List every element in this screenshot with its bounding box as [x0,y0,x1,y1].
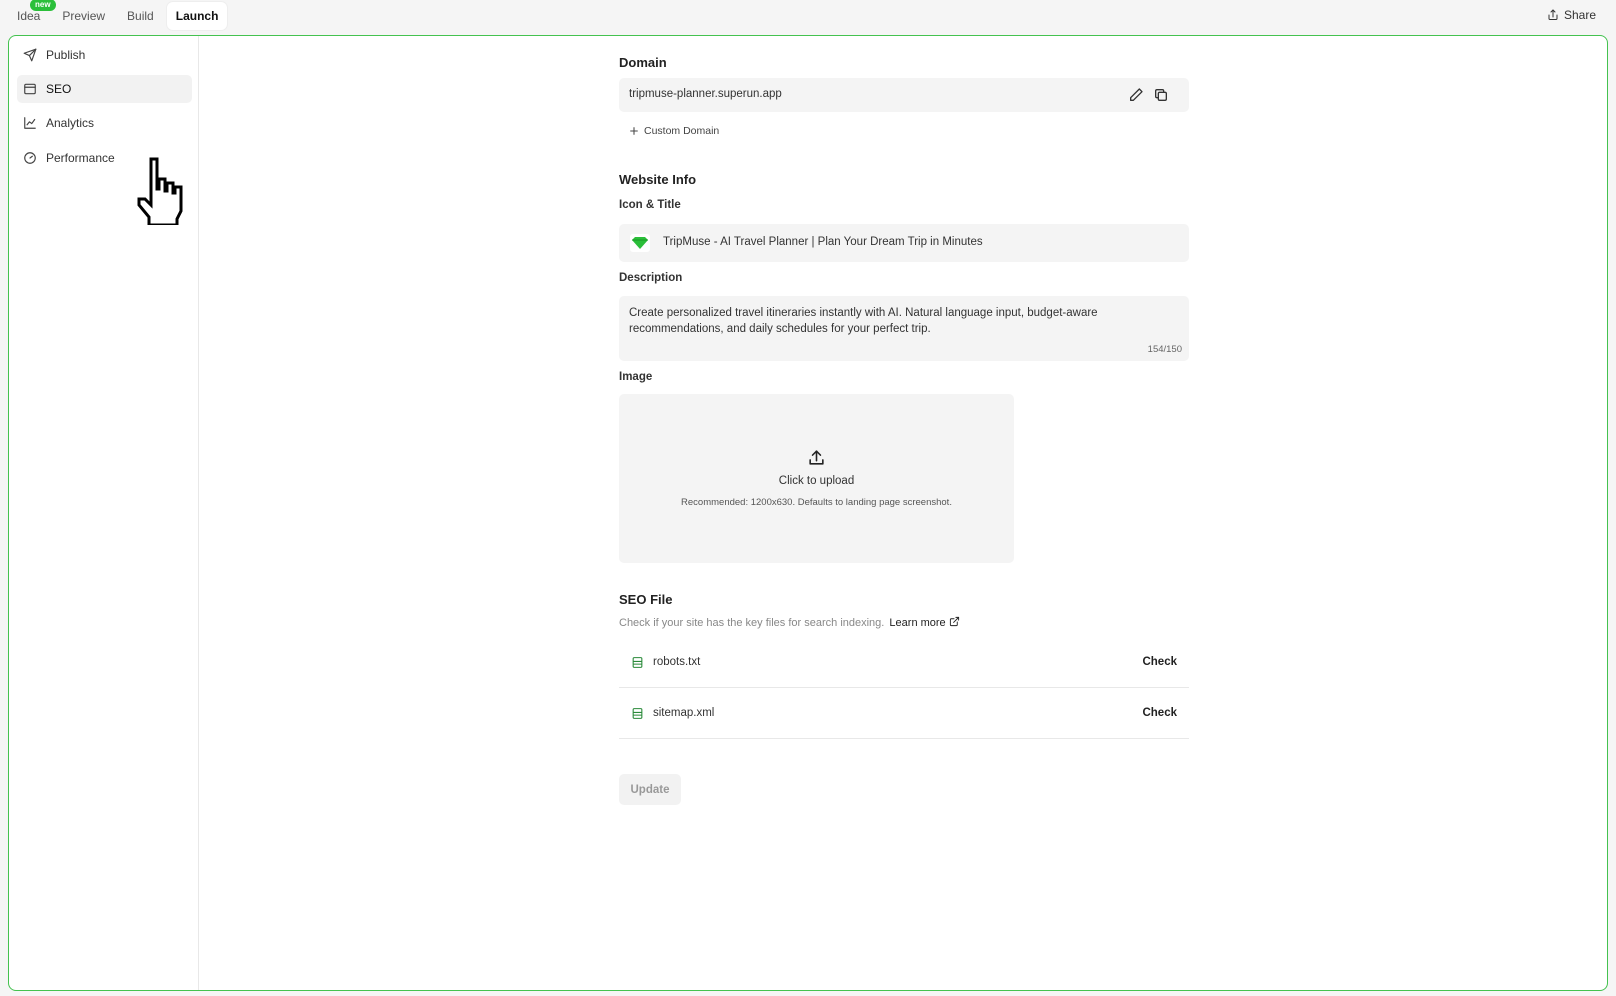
file-row-robots: robots.txt Check [619,637,1189,688]
sidebar-item-label: Analytics [46,116,95,130]
share-label: Share [1563,8,1596,22]
update-button[interactable]: Update [619,774,681,805]
edit-icon[interactable] [1128,87,1144,103]
check-sitemap-button[interactable]: Check [1142,707,1177,719]
sidebar-item-label: Publish [46,48,86,62]
file-row-sitemap: sitemap.xml Check [619,688,1189,739]
domain-value: tripmuse-planner.superun.app [629,88,782,100]
send-icon [23,48,37,62]
title-input[interactable]: TripMuse - AI Travel Planner | Plan Your… [619,224,1189,262]
domain-heading: Domain [619,55,667,70]
icon-title-label: Icon & Title [619,199,681,211]
sidebar-item-publish[interactable]: Publish [17,41,192,69]
file-icon [632,656,643,668]
share-icon [1548,9,1558,20]
window-icon [24,83,36,95]
check-robots-button[interactable]: Check [1142,656,1177,668]
gauge-icon [24,152,36,164]
description-label: Description [619,272,683,284]
tab-idea[interactable]: Idea new [8,0,56,30]
share-button[interactable]: Share [1547,8,1596,22]
plus-icon [630,127,638,135]
chart-line-icon [24,117,36,129]
image-upload-area[interactable]: Click to upload Recommended: 1200x630. D… [619,394,1014,563]
upload-label: Click to upload [778,475,855,487]
upload-icon [809,450,824,465]
sidebar-item-label: Performance [46,151,115,165]
domain-field: tripmuse-planner.superun.app [619,78,1189,112]
top-bar: Idea new Preview Build Launch Share [0,0,1616,34]
custom-domain-label: Custom Domain [644,125,720,137]
tab-idea-label: Idea [17,9,41,23]
main-frame: Publish SEO Analytics Performance Domain [8,35,1608,991]
new-badge: new [30,0,56,11]
custom-domain-button[interactable]: Custom Domain [629,125,719,137]
tab-build[interactable]: Build [118,2,163,30]
external-link-icon [949,616,959,627]
update-label: Update [630,783,670,796]
seo-file-description: Check if your site has the key files for… [619,617,885,629]
title-value: TripMuse - AI Travel Planner | Plan Your… [663,236,983,248]
seo-file-description-row: Check if your site has the key files for… [619,616,960,629]
hand-cursor-icon [137,157,183,225]
gem-icon [632,237,648,249]
tab-build-label: Build [127,9,154,23]
seo-file-heading: SEO File [619,592,673,607]
description-value: Create personalized travel itineraries i… [629,307,1098,335]
website-info-heading: Website Info [619,172,697,187]
sidebar-item-seo[interactable]: SEO [17,75,192,103]
tab-launch-label: Launch [175,9,219,23]
sidebar-item-analytics[interactable]: Analytics [17,109,192,137]
tab-bar: Idea new Preview Build Launch [8,0,228,30]
description-textarea[interactable]: Create personalized travel itineraries i… [619,296,1189,361]
file-icon [632,707,643,719]
char-count: 154/150 [1147,344,1182,355]
copy-icon[interactable] [1153,87,1169,103]
site-favicon[interactable] [630,234,650,252]
tab-preview[interactable]: Preview [53,2,114,30]
learn-more-link[interactable]: Learn more [889,616,959,629]
file-name: robots.txt [653,656,701,668]
sidebar-item-label: SEO [46,82,72,96]
tab-preview-label: Preview [62,9,106,23]
file-name: sitemap.xml [653,707,715,719]
learn-more-label: Learn more [889,617,946,629]
upload-hint: Recommended: 1200x630. Defaults to landi… [681,497,952,508]
image-label: Image [619,371,653,383]
tab-launch[interactable]: Launch [166,2,228,30]
